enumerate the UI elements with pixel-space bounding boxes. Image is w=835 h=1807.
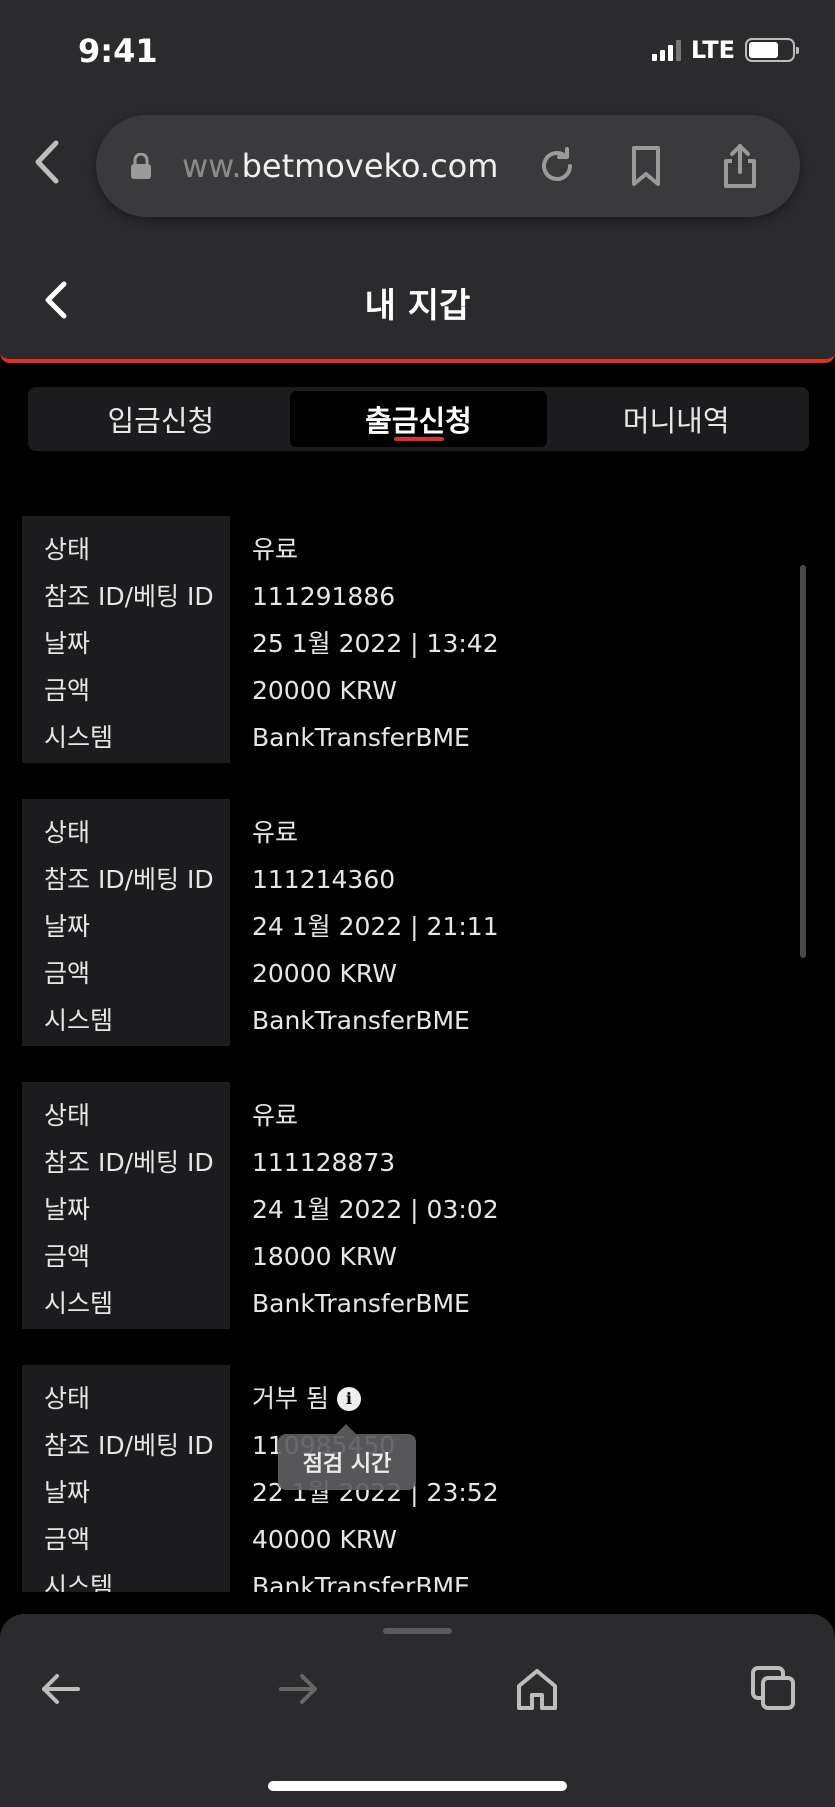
- label-date: 날짜: [44, 1478, 91, 1507]
- value-date: 25 1월 2022 | 13:42: [252, 629, 499, 658]
- toolbar-grabber[interactable]: [383, 1628, 452, 1634]
- value-amount: 40000 KRW: [252, 1525, 397, 1554]
- label-amount: 금액: [44, 1525, 91, 1554]
- status-indicators: LTE: [651, 36, 799, 64]
- record-labels: 상태 참조 ID/베팅 ID 날짜 금액 시스템: [22, 516, 230, 763]
- label-ref-id: 참조 ID/베팅 ID: [44, 582, 214, 611]
- reload-icon[interactable]: [534, 143, 580, 189]
- value-amount: 20000 KRW: [252, 676, 397, 705]
- battery-icon: [745, 38, 799, 62]
- withdrawal-record: 상태 참조 ID/베팅 ID 날짜 금액 시스템 유료 111291886 25…: [22, 516, 835, 781]
- label-date: 날짜: [44, 1195, 91, 1224]
- value-ref-id: 111291886: [252, 582, 396, 611]
- value-ref-id: 111128873: [252, 1148, 396, 1177]
- page-title: 내 지갑: [364, 286, 471, 326]
- label-system: 시스템: [44, 1289, 114, 1318]
- record-values: 유료 111128873 24 1월 2022 | 03:02 18000 KR…: [230, 1082, 499, 1347]
- tab-money-history[interactable]: 머니내역: [547, 391, 805, 447]
- withdrawal-record: 상태 참조 ID/베팅 ID 날짜 금액 시스템 유료 111214360 24…: [22, 799, 835, 1064]
- label-date: 날짜: [44, 912, 91, 941]
- value-system: BankTransferBME: [252, 723, 470, 752]
- back-arrow-icon[interactable]: [36, 1664, 86, 1714]
- withdrawal-record: 상태 참조 ID/베팅 ID 날짜 금액 시스템 유료 111128873 24…: [22, 1082, 835, 1347]
- record-labels: 상태 참조 ID/베팅 ID 날짜 금액 시스템: [22, 1082, 230, 1329]
- value-status: 유료: [252, 1101, 299, 1130]
- record-labels: 상태 참조 ID/베팅 ID 날짜 금액 시스템: [22, 1365, 230, 1592]
- browser-toolbar: [0, 1614, 835, 1807]
- label-status: 상태: [44, 535, 91, 564]
- tab-withdraw[interactable]: 출금신청: [289, 391, 548, 447]
- browser-bar: ww.betmoveko.com: [0, 105, 835, 238]
- status-bar: 9:41 LTE: [0, 0, 835, 105]
- value-date: 24 1월 2022 | 21:11: [252, 912, 499, 941]
- home-icon[interactable]: [512, 1664, 562, 1714]
- scrollbar[interactable]: [800, 565, 806, 958]
- withdrawal-record: 상태 참조 ID/베팅 ID 날짜 금액 시스템 거부 됨 i 11098545…: [22, 1365, 835, 1592]
- label-system: 시스템: [44, 723, 114, 752]
- record-labels: 상태 참조 ID/베팅 ID 날짜 금액 시스템: [22, 799, 230, 1046]
- app-header: 내 지갑: [0, 238, 835, 363]
- label-date: 날짜: [44, 629, 91, 658]
- value-amount: 18000 KRW: [252, 1242, 397, 1271]
- url-bar[interactable]: ww.betmoveko.com: [96, 115, 800, 217]
- value-system: BankTransferBME: [252, 1006, 470, 1035]
- info-icon[interactable]: i: [336, 1386, 361, 1411]
- value-status: 유료: [252, 535, 299, 564]
- value-system: BankTransferBME: [252, 1572, 470, 1592]
- value-status: 거부 됨 i: [252, 1375, 499, 1422]
- label-ref-id: 참조 ID/베팅 ID: [44, 1148, 214, 1177]
- status-time: 9:41: [78, 32, 158, 70]
- network-label: LTE: [690, 36, 735, 64]
- url-text[interactable]: ww.betmoveko.com: [182, 147, 498, 185]
- signal-icon: [651, 39, 681, 61]
- tabs-icon[interactable]: [749, 1664, 799, 1714]
- value-amount: 20000 KRW: [252, 959, 397, 988]
- label-status: 상태: [44, 1101, 91, 1130]
- forward-arrow-icon[interactable]: [273, 1664, 323, 1714]
- share-icon[interactable]: [717, 143, 763, 189]
- value-system: BankTransferBME: [252, 1289, 470, 1318]
- home-indicator: [268, 1781, 567, 1791]
- label-amount: 금액: [44, 1242, 91, 1271]
- label-system: 시스템: [44, 1572, 114, 1592]
- lock-icon: [131, 153, 151, 179]
- label-system: 시스템: [44, 1006, 114, 1035]
- label-ref-id: 참조 ID/베팅 ID: [44, 865, 214, 894]
- value-ref-id: 111214360: [252, 865, 396, 894]
- info-tooltip: 점검 시간: [278, 1424, 416, 1490]
- bookmark-icon[interactable]: [623, 143, 669, 189]
- label-amount: 금액: [44, 676, 91, 705]
- wallet-tabs: 입금신청 출금신청 머니내역: [28, 387, 809, 451]
- label-ref-id: 참조 ID/베팅 ID: [44, 1431, 214, 1460]
- value-date: 24 1월 2022 | 03:02: [252, 1195, 499, 1224]
- tab-deposit[interactable]: 입금신청: [32, 391, 290, 447]
- back-icon[interactable]: [28, 137, 68, 187]
- value-status: 유료: [252, 818, 299, 847]
- label-amount: 금액: [44, 959, 91, 988]
- record-values: 유료 111214360 24 1월 2022 | 21:11 20000 KR…: [230, 799, 499, 1064]
- withdrawal-list: 상태 참조 ID/베팅 ID 날짜 금액 시스템 유료 111291886 25…: [0, 516, 835, 1592]
- label-status: 상태: [44, 818, 91, 847]
- record-values: 유료 111291886 25 1월 2022 | 13:42 20000 KR…: [230, 516, 499, 781]
- label-status: 상태: [44, 1384, 91, 1413]
